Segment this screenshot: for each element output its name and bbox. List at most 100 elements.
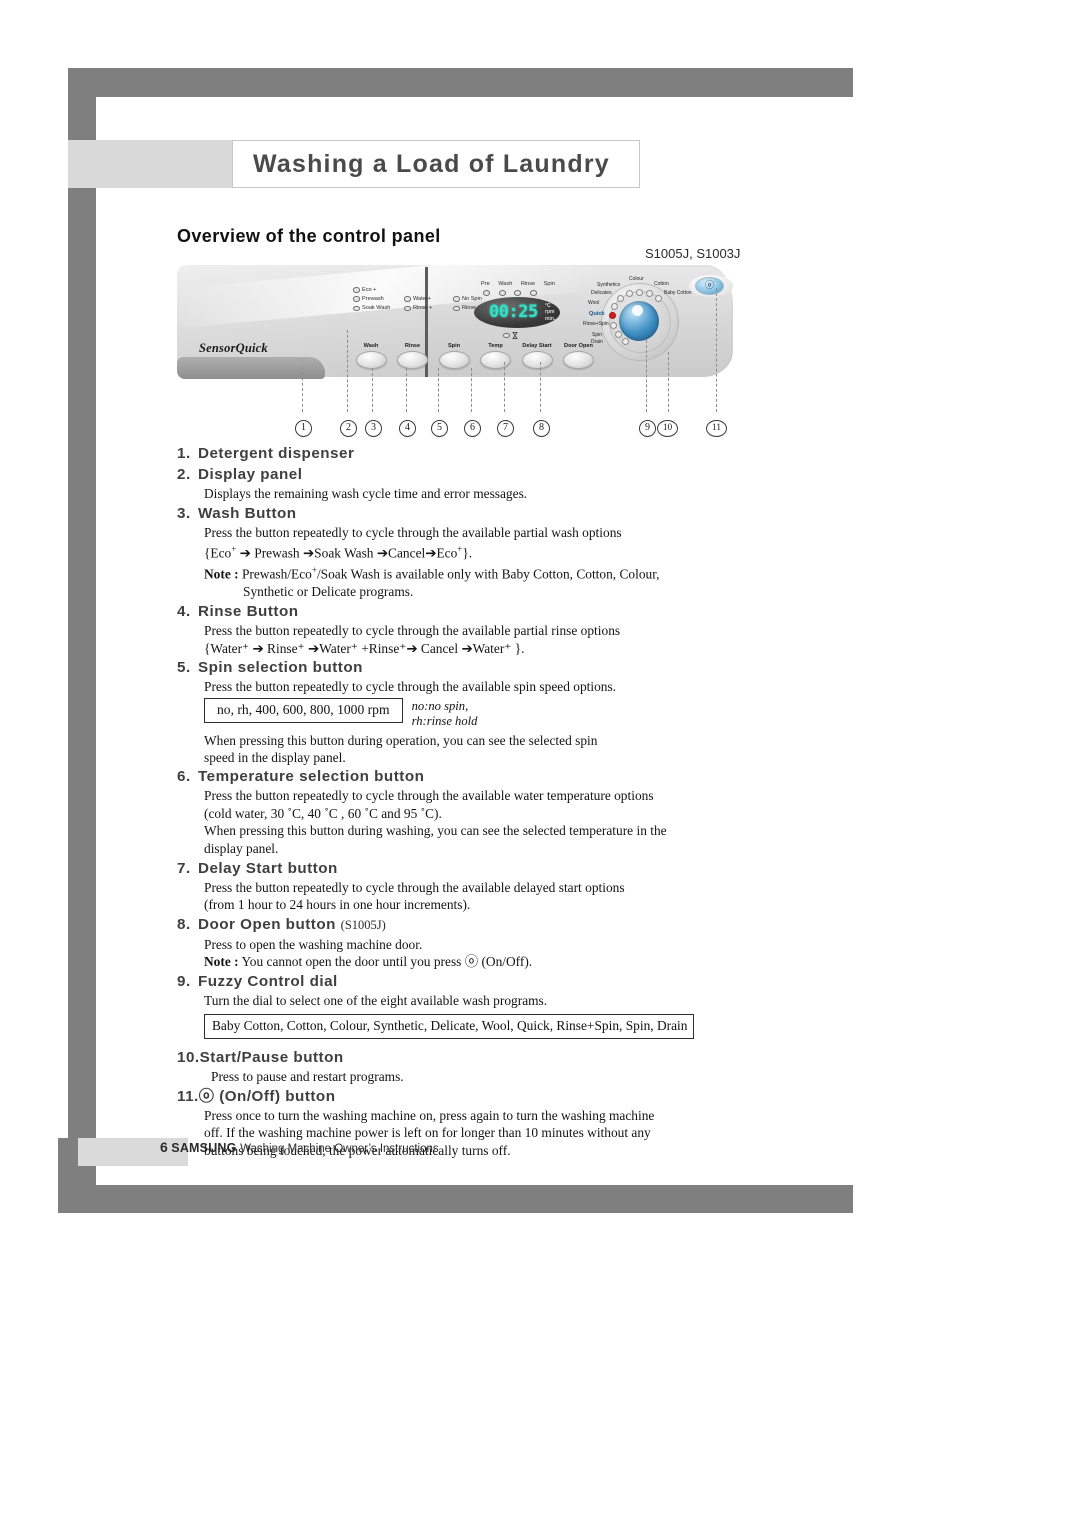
door-open-button-cap[interactable] xyxy=(563,350,594,369)
page-frame-left-upper xyxy=(68,68,96,140)
item-9-title: Fuzzy Control dial xyxy=(198,973,338,991)
leader-line-6 xyxy=(471,368,472,412)
item-5-title: Spin selection button xyxy=(198,659,363,677)
footer: 6 SAMSUNG Washing Machine Owner’s Instru… xyxy=(160,1139,439,1155)
item-8-note: Note : You cannot open the door until yo… xyxy=(204,953,747,971)
lamp-dot-icon xyxy=(353,287,360,293)
spin-button-cap[interactable] xyxy=(438,350,470,369)
progress-lamp-row xyxy=(483,290,537,296)
progress-label-row: Pre Wash Rinse Spin xyxy=(481,281,555,287)
callout-3: 3 xyxy=(365,420,382,437)
leader-line-2 xyxy=(347,330,348,412)
item-4-number: 4. xyxy=(177,602,191,620)
item-3-note-a: Prewash/Eco xyxy=(241,566,312,582)
sensorquick-brandmark: SensorQuick xyxy=(199,341,268,355)
model-label: S1005J, S1003J xyxy=(645,246,741,261)
item-6-body-3: When pressing this button during washing… xyxy=(204,823,667,839)
door-open-button[interactable]: Door Open xyxy=(563,343,595,369)
chapter-title: Washing a Load of Laundry xyxy=(253,150,610,178)
leader-line-5 xyxy=(438,368,439,412)
progress-label-rinse: Rinse xyxy=(520,281,536,287)
rinse-button-label: Rinse xyxy=(404,343,421,349)
lamp-dot-icon xyxy=(503,332,510,339)
list-item-3: 3. Wash Button Press the button repeatedl… xyxy=(177,503,747,601)
dial-position-rinse-spin xyxy=(610,322,617,329)
item-3-note-b: /Soak Wash is available only with Baby C… xyxy=(316,566,660,582)
section-title: Overview of the control panel xyxy=(177,226,441,246)
dial-label-rinse-spin: Rinse+Spin xyxy=(583,321,609,327)
dial-position-baby-cotton xyxy=(655,295,662,302)
item-3-body-2: {Eco+ ➔ Prewash ➔Soak Wash ➔Cancel➔Eco+}… xyxy=(204,541,747,562)
list-item-5: 5. Spin selection button Press the button… xyxy=(177,657,747,766)
item-5-body-2: When pressing this button during operati… xyxy=(204,733,598,749)
wash-programs-box: Baby Cotton, Cotton, Colour, Synthetic, … xyxy=(204,1014,695,1040)
spin-legend: no:no spin, rh:rinse hold xyxy=(412,698,478,728)
item-8-heading: 8. Door Open button (S1005J) xyxy=(177,914,747,936)
callout-5: 5 xyxy=(431,420,448,437)
callout-8: 8 xyxy=(533,420,550,437)
item-3-note: Note : Prewash/Eco+/Soak Wash is availab… xyxy=(204,562,747,583)
item-5-body-1: Press the button repeatedly to cycle thr… xyxy=(204,679,617,695)
callout-9: 9 xyxy=(639,420,656,437)
item-3-body-1: Press the button repeatedly to cycle thr… xyxy=(204,524,622,540)
item-6-body-1: Press the button repeatedly to cycle thr… xyxy=(204,788,654,804)
brand-name: SAMSUNG xyxy=(171,1141,237,1155)
callout-1: 1 xyxy=(295,420,312,437)
callout-10: 10 xyxy=(657,420,678,437)
wash-button[interactable]: Wash xyxy=(355,343,387,369)
item-11-heading: 11.ⓞ (On/Off) button xyxy=(177,1086,747,1107)
child-lock-indicator xyxy=(503,332,518,339)
dial-position-wool xyxy=(611,303,618,310)
lamp-label: Water+ xyxy=(412,296,431,303)
delay-start-button[interactable]: Delay Start xyxy=(521,343,553,369)
spin-button[interactable]: Spin xyxy=(438,343,470,369)
lamp-label: Rinse + xyxy=(412,305,433,312)
progress-dot-icon xyxy=(514,290,521,296)
temp-button-cap[interactable] xyxy=(480,350,511,369)
delay-start-button-cap[interactable] xyxy=(521,350,553,369)
item-2-title: Display panel xyxy=(198,466,303,483)
item-2-number: 2. xyxy=(177,466,191,483)
lamp-prewash: Prewash xyxy=(353,296,395,302)
list-item-4: 4. Rinse Button Press the button repeated… xyxy=(177,601,747,657)
control-panel-parts-list: 1. Detergent dispenser 2. Display panel Di… xyxy=(177,443,747,1159)
unit-rpm: rpm xyxy=(545,309,555,316)
lamp-dot-icon xyxy=(404,296,411,302)
item-1-number: 1. xyxy=(177,445,191,462)
item-8-note-text: You cannot open the door until you press… xyxy=(241,954,533,970)
lamp-label: Eco + xyxy=(361,287,377,293)
item-4-heading: 4. Rinse Button xyxy=(177,601,747,622)
dial-label-quick: Quick xyxy=(589,311,605,317)
item-3-heading: 3. Wash Button xyxy=(177,503,747,524)
item-6-title: Temperature selection button xyxy=(198,768,425,786)
list-item-6: 6. Temperature selection button Press the… xyxy=(177,766,747,857)
item-7-number: 7. xyxy=(177,859,191,877)
leader-line-11 xyxy=(716,288,717,412)
button-row: Wash Rinse Spin Temp Delay Start Door Op… xyxy=(355,343,595,369)
item-10-body: Press to pause and restart programs. xyxy=(211,1069,404,1085)
lamp-label: Prewash xyxy=(361,296,384,303)
callout-2: 2 xyxy=(340,420,357,437)
item-11-body-1: Press once to turn the washing machine o… xyxy=(204,1107,655,1123)
item-1-heading: 1. Detergent dispenser xyxy=(177,443,747,464)
control-panel-illustration: SensorQuick Eco + Prewash Water+ No Spin… xyxy=(177,249,733,387)
indicator-lamp-row: Eco + xyxy=(353,287,498,293)
progress-dot-icon xyxy=(483,290,490,296)
temp-button-label: Temp xyxy=(488,343,503,349)
temp-button[interactable]: Temp xyxy=(480,343,512,369)
progress-label-spin: Spin xyxy=(543,281,555,287)
rinse-button-cap[interactable] xyxy=(397,350,428,369)
item-3-title: Wash Button xyxy=(198,504,297,522)
wash-button-cap[interactable] xyxy=(355,350,387,369)
progress-label-wash: Wash xyxy=(498,281,513,287)
indicator-lamp-row: Prewash Water+ No Spin xyxy=(353,296,498,302)
item-10-heading: 10.Start/Pause button xyxy=(177,1047,747,1068)
item-8-model-suffix: (S1005J) xyxy=(340,917,386,932)
spin-legend-line1: no:no spin, xyxy=(411,699,469,714)
display-value: 00:25 xyxy=(489,302,538,322)
wash-button-label: Wash xyxy=(363,343,379,349)
page-frame-left-lower xyxy=(68,179,96,1139)
rinse-button[interactable]: Rinse xyxy=(397,343,429,369)
dial-position-synthetics xyxy=(626,290,633,297)
page-number: 6 xyxy=(160,1139,168,1155)
